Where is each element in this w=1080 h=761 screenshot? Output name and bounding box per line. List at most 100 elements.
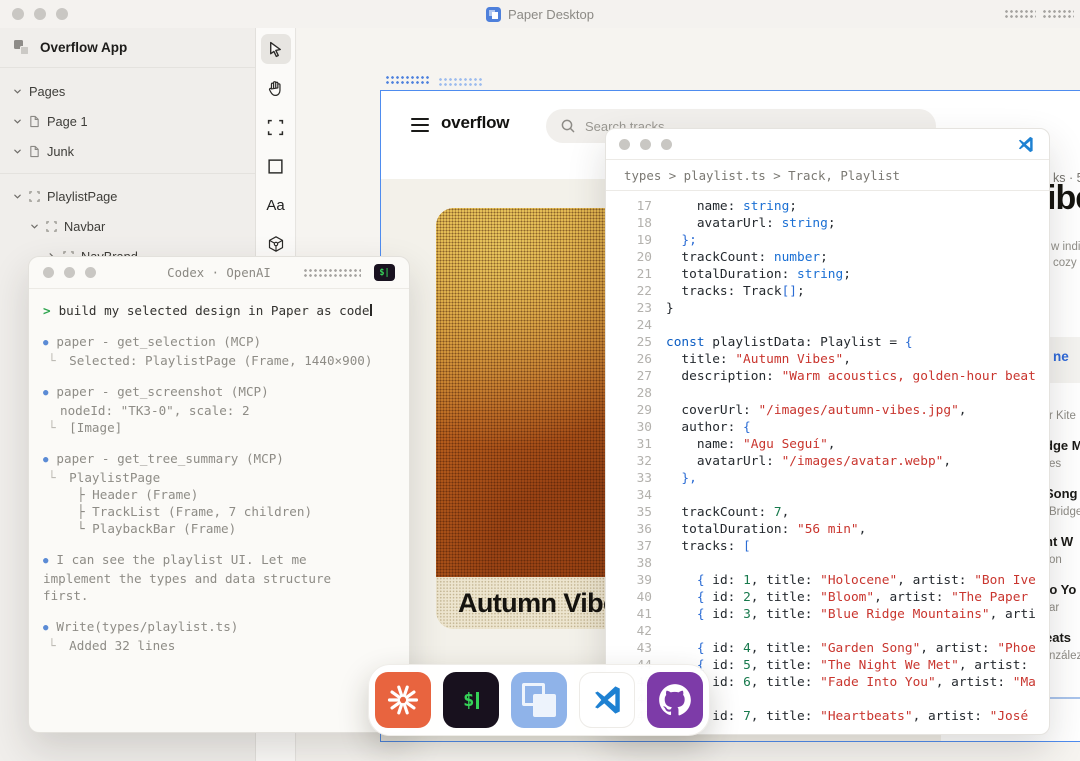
tree-item-label: Pages (29, 84, 65, 99)
code-line: 31 name: "Agu Seguí", (622, 436, 1049, 453)
code-text: author: { (666, 419, 751, 436)
select-icon (267, 41, 284, 58)
playlist-desc-fragment-2: cozy (1053, 257, 1077, 269)
code-text: { id: 7, title: "Heartbeats", artist: "J… (666, 708, 1028, 725)
track-artist-fragment: nzález (1049, 650, 1080, 662)
text-tool-icon: Aa (266, 197, 284, 214)
rectangle-icon (267, 158, 284, 175)
chevron-down-icon[interactable] (12, 192, 22, 201)
code-text: { id: 3, title: "Blue Ridge Mountains", … (666, 606, 1036, 623)
code-line: 38 (622, 555, 1049, 572)
line-number: 37 (622, 538, 652, 555)
chevron-down-icon[interactable] (12, 87, 22, 96)
bullet-icon: ● (43, 338, 48, 348)
overflow-logo: overflow (441, 113, 509, 133)
editor-minimize-button[interactable] (640, 139, 651, 150)
tool-cube[interactable] (261, 229, 291, 259)
dock-item-claude[interactable] (375, 672, 431, 728)
dock-item-vscode[interactable] (579, 672, 635, 728)
code-line: 24 (622, 317, 1049, 334)
code-text: { id: 4, title: "Garden Song", artist: "… (666, 640, 1036, 657)
vscode-icon (1016, 135, 1035, 159)
tree-item-label: Navbar (64, 219, 105, 234)
tool-hand[interactable] (261, 73, 291, 103)
code-line: 30 author: { (622, 419, 1049, 436)
line-number: 17 (622, 198, 652, 215)
code-line: 27 description: "Warm acoustics, golden-… (622, 368, 1049, 385)
tree-item-page-1[interactable]: Page 1 (0, 106, 255, 136)
frame-icon (46, 221, 57, 232)
elbow-icon: └ (48, 420, 56, 435)
line-number: 30 (622, 419, 652, 436)
layers-tree: PagesPage 1JunkPlaylistPageNavbarNavBran… (0, 68, 255, 271)
line-number: 24 (622, 317, 652, 334)
code-text: { id: 1, title: "Holocene", artist: "Bon… (666, 572, 1036, 589)
dock-item-paper[interactable] (511, 672, 567, 728)
code-text: trackCount: number; (666, 249, 828, 266)
menubar-status-dots-left (1004, 9, 1036, 20)
line-number: 28 (622, 385, 652, 402)
line-number: 33 (622, 470, 652, 487)
frame-label-blurred[interactable] (385, 75, 431, 85)
tool-frame[interactable] (261, 112, 291, 142)
codex-terminal-window[interactable]: Codex · OpenAI $| >build my selected des… (28, 256, 410, 733)
tree-item-junk[interactable]: Junk (0, 136, 255, 166)
terminal-titlebar[interactable]: Codex · OpenAI $| (29, 257, 409, 289)
editor-titlebar[interactable] (606, 129, 1049, 159)
tree-item-label: PlaylistPage (47, 189, 117, 204)
editor-close-button[interactable] (619, 139, 630, 150)
tree-divider (0, 173, 255, 174)
cube-icon (267, 235, 285, 253)
breadcrumb[interactable]: types > playlist.ts > Track, Playlist (606, 159, 1049, 191)
terminal-line: └ Selected: PlaylistPage (Frame, 1440×90… (43, 352, 399, 369)
terminal-line: nodeId: "TK3-0", scale: 2 (43, 402, 399, 419)
code-line: 33 }, (622, 470, 1049, 487)
tree-item-label: Junk (47, 144, 74, 159)
track-artist-fragment: on (1049, 554, 1062, 566)
code-line: 26 title: "Autumn Vibes", (622, 351, 1049, 368)
line-number: 42 (622, 623, 652, 640)
bullet-icon: ● (43, 388, 48, 398)
code-editor-window[interactable]: types > playlist.ts > Track, Playlist 17… (605, 128, 1050, 735)
file-icon (29, 115, 40, 128)
dock-item-terminal[interactable]: $ (443, 672, 499, 728)
terminal-output[interactable]: >build my selected design in Paper as co… (29, 289, 409, 654)
chevron-down-icon[interactable] (29, 222, 39, 231)
terminal-line: └ Added 32 lines (43, 637, 399, 654)
code-text: trackCount: 7, (666, 504, 789, 521)
dock-item-github[interactable] (647, 672, 703, 728)
tree-item-playlistpage[interactable]: PlaylistPage (0, 181, 255, 211)
terminal-prompt-icon: $ (463, 689, 479, 711)
frame-label-blurred-2 (438, 77, 482, 86)
code-line: 36 totalDuration: "56 min", (622, 521, 1049, 538)
chevron-down-icon[interactable] (12, 147, 22, 156)
code-text: { id: 6, title: "Fade Into You", artist:… (666, 674, 1036, 691)
track-artist-fragment: r Kite (1049, 410, 1076, 422)
terminal-line: └ [Image] (43, 419, 399, 436)
tree-item-navbar[interactable]: Navbar (0, 211, 255, 241)
line-number: 20 (622, 249, 652, 266)
code-line: 39 { id: 1, title: "Holocene", artist: "… (622, 572, 1049, 589)
code-line: 22 tracks: Track[]; (622, 283, 1049, 300)
tool-text[interactable]: Aa (261, 190, 291, 220)
editor-zoom-button[interactable] (661, 139, 672, 150)
elbow-icon: └ (48, 353, 56, 368)
tool-rectangle[interactable] (261, 151, 291, 181)
code-area[interactable]: 17 name: string;18 avatarUrl: string;19 … (606, 191, 1049, 725)
code-line: 42 (622, 623, 1049, 640)
github-octocat-icon (656, 681, 694, 719)
chevron-down-icon[interactable] (12, 117, 22, 126)
tool-select[interactable] (261, 34, 291, 64)
terminal-line[interactable]: >build my selected design in Paper as co… (43, 302, 399, 319)
code-text: name: string; (666, 198, 797, 215)
line-number: 31 (622, 436, 652, 453)
elbow-icon: └ (48, 638, 56, 653)
frame-icon (267, 119, 284, 136)
playlist-desc-fragment-1: w indi (1051, 241, 1080, 253)
code-line: 34 (622, 487, 1049, 504)
code-text: tracks: [ (666, 538, 751, 555)
code-text: const playlistData: Playlist = { (666, 334, 913, 351)
tree-item-label: Page 1 (47, 114, 88, 129)
tree-item-pages[interactable]: Pages (0, 76, 255, 106)
menu-icon[interactable] (411, 118, 429, 132)
